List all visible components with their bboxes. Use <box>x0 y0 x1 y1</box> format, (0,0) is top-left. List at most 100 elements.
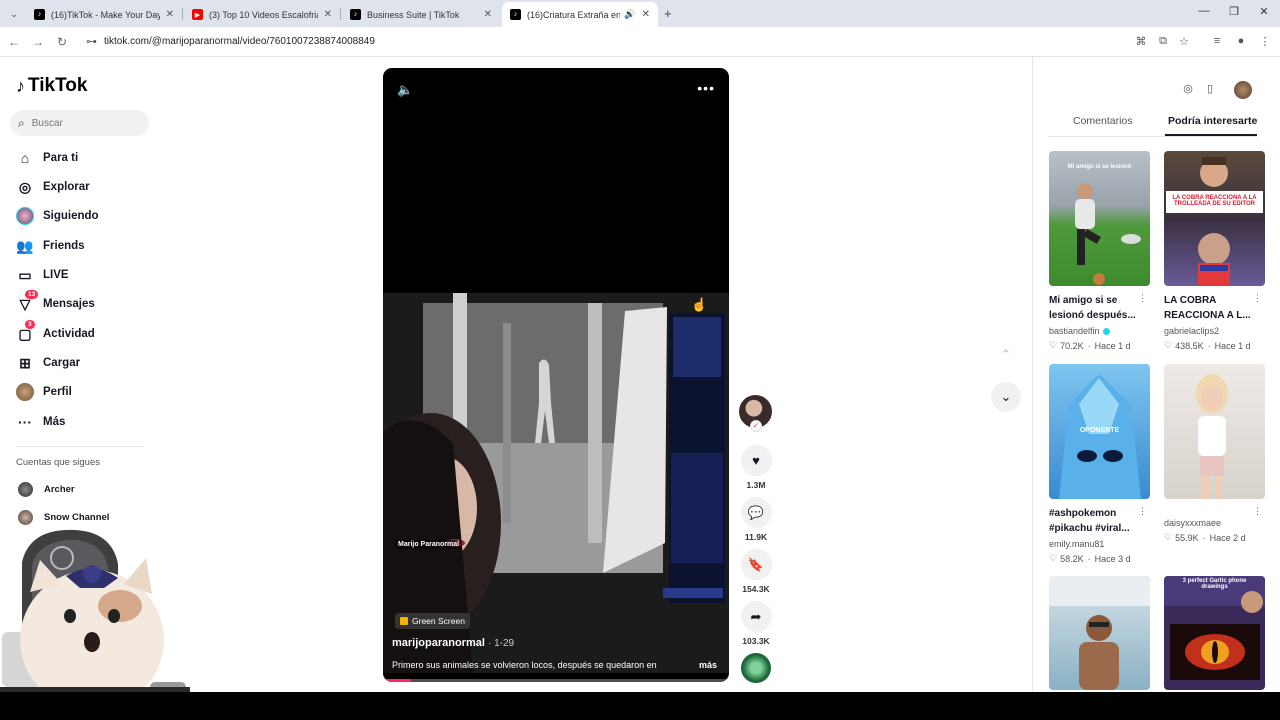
follow-check-icon[interactable]: ✓ <box>750 420 762 432</box>
card-more-icon[interactable]: ⋮ <box>1253 293 1262 304</box>
effect-icon <box>400 617 408 625</box>
translate-icon[interactable]: ⌘ <box>1133 35 1149 48</box>
nav-item-perfil[interactable]: Perfil <box>16 382 72 402</box>
nav-item-mensajes[interactable]: ▽ 13 Mensajes <box>16 290 95 314</box>
card-more-icon[interactable]: ⋮ <box>1253 506 1262 517</box>
video-author[interactable]: marijoparanormal · 1-29 <box>392 637 514 649</box>
search-input[interactable] <box>31 117 132 129</box>
nav-item-para-ti[interactable]: ⌂ Para ti <box>16 148 78 168</box>
video-meta: ♡ 58.2K · Hace 3 d <box>1049 553 1150 564</box>
video-player[interactable]: 🔈 ••• Marijo Paranormal Green Screen mar… <box>383 68 729 682</box>
profile-icon[interactable]: ● <box>1233 35 1249 47</box>
browser-tab[interactable]: ♪ Business Suite | TikTok ✕ <box>342 2 500 27</box>
explore-compass-icon[interactable]: ◎ <box>1180 82 1196 98</box>
share-icon[interactable]: ➦ <box>740 601 772 632</box>
next-video-icon[interactable]: ⌄ <box>991 382 1021 412</box>
video-author[interactable]: bastiandelfin <box>1049 326 1150 336</box>
nav-item-siguiendo[interactable]: Siguiendo <box>16 206 99 226</box>
search-box[interactable]: ⌕ <box>10 110 149 136</box>
share-action[interactable]: ➦ 103.3K <box>740 601 772 646</box>
close-tab-icon[interactable]: ✕ <box>484 9 492 20</box>
close-tab-icon[interactable]: ✕ <box>324 9 332 20</box>
video-more-options-icon[interactable]: ••• <box>697 80 715 96</box>
site-info-icon[interactable]: ⊶ <box>86 35 97 48</box>
live-icon: ▭ <box>18 266 32 283</box>
reading-list-icon[interactable]: ≡ <box>1209 35 1225 47</box>
recommended-video-card[interactable] <box>1049 576 1150 690</box>
comment-icon[interactable]: 💬 <box>740 497 772 528</box>
browser-tab[interactable]: ♪ (16)TikTok - Make Your Day ✕ <box>26 2 182 27</box>
close-tab-icon[interactable]: ✕ <box>642 9 650 20</box>
following-item[interactable]: Archer <box>18 482 75 497</box>
video-thumbnail[interactable] <box>1049 576 1150 690</box>
tab-comentarios[interactable]: Comentarios <box>1073 115 1133 127</box>
video-author[interactable]: emily.manu81 <box>1049 539 1150 549</box>
forward-icon[interactable]: → <box>30 35 46 49</box>
url-field[interactable]: tiktok.com/@marijoparanormal/video/76010… <box>104 36 375 47</box>
video-thumbnail[interactable]: LA COBRA REACCIONA A LA TROLLEADA DE SU … <box>1164 151 1265 286</box>
post-age: Hace 1 d <box>1094 340 1131 351</box>
device-icon[interactable]: ▯ <box>1202 82 1218 98</box>
install-app-icon[interactable]: ⧉ <box>1155 35 1171 48</box>
nav-item-explorar[interactable]: ◎ Explorar <box>16 177 90 197</box>
nav-item-friends[interactable]: 👥 Friends <box>16 236 84 256</box>
youtube-favicon-icon: ▶ <box>192 9 203 20</box>
bookmark-icon[interactable]: 🔖 <box>740 549 772 580</box>
recommended-video-card[interactable]: 3 perfect Gartic phone drawings <box>1164 576 1265 690</box>
nav-item-actividad[interactable]: ▢ 3 Actividad <box>16 320 95 344</box>
recommended-video-card[interactable]: ⋮ daisyxxxmaee ♡ 55.9K · Hace 2 d <box>1164 364 1265 543</box>
green-screen-tag[interactable]: Green Screen <box>395 613 470 629</box>
tab-underline <box>1048 136 1257 137</box>
recommended-video-card[interactable]: LA COBRA REACCIONA A LA TROLLEADA DE SU … <box>1164 151 1265 351</box>
restore-icon[interactable]: ❐ <box>1224 5 1244 18</box>
browser-tab-active[interactable]: ♪ (16)Criatura Extraña en los 🔊 ✕ <box>502 2 658 27</box>
volume-icon[interactable]: 🔈 <box>397 82 413 98</box>
browser-tab[interactable]: ▶ (3) Top 10 Videos Escalofriantes ✕ <box>184 2 340 27</box>
nav-item-live[interactable]: ▭ LIVE <box>16 265 68 285</box>
close-window-icon[interactable]: ✕ <box>1254 5 1274 18</box>
description-more-button[interactable]: más <box>699 660 717 670</box>
video-progress-bar[interactable] <box>383 679 729 682</box>
video-title[interactable]: LA COBRA REACCIONA A L... <box>1164 293 1252 323</box>
minimize-icon[interactable]: — <box>1194 5 1214 17</box>
recommended-video-card[interactable]: Mi amigo si se lesionó Mi amigo si se le… <box>1049 151 1150 351</box>
video-author[interactable]: daisyxxxmaee <box>1164 518 1265 528</box>
video-thumbnail[interactable] <box>1164 364 1265 499</box>
like-action[interactable]: ♥ 1.3M <box>740 445 772 490</box>
tiktok-logo[interactable]: ♪ TikTok <box>16 75 87 97</box>
nav-item-mas[interactable]: ··· Más <box>16 412 65 432</box>
browser-tab-bar: ⌄ ♪ (16)TikTok - Make Your Day ✕ ▶ (3) T… <box>0 0 1280 27</box>
music-disc-icon[interactable] <box>741 653 771 683</box>
thumbnail-caption: OPONENTE <box>1079 427 1120 434</box>
tab-list-chevron-icon[interactable]: ⌄ <box>6 6 22 22</box>
tab-audio-icon[interactable]: 🔊 <box>624 9 635 20</box>
recommended-video-card[interactable]: OPONENTE #ashpokemon #pikachu #viral... … <box>1049 364 1150 564</box>
card-more-icon[interactable]: ⋮ <box>1138 506 1147 517</box>
reload-icon[interactable]: ↻ <box>54 35 70 49</box>
nav-item-cargar[interactable]: ⊞ Cargar <box>16 353 80 373</box>
save-action[interactable]: 🔖 154.3K <box>740 549 772 594</box>
streamer-cat-overlay <box>0 529 190 710</box>
video-thumbnail[interactable]: 3 perfect Gartic phone drawings <box>1164 576 1265 690</box>
new-tab-icon[interactable]: + <box>664 6 672 21</box>
comment-action[interactable]: 💬 11.9K <box>740 497 772 542</box>
card-more-icon[interactable]: ⋮ <box>1138 293 1147 304</box>
video-author[interactable]: gabrielaclips2 <box>1164 326 1265 336</box>
profile-avatar-icon <box>16 383 34 401</box>
heart-icon[interactable]: ♥ <box>740 445 772 476</box>
tab-podria-interesarte[interactable]: Podría interesarte <box>1168 115 1257 127</box>
video-title[interactable]: Mi amigo si se lesionó después... <box>1049 293 1137 323</box>
back-icon[interactable]: ← <box>6 35 22 49</box>
tab-title: Business Suite | TikTok <box>367 9 460 20</box>
close-tab-icon[interactable]: ✕ <box>166 9 174 20</box>
bookmark-star-icon[interactable]: ☆ <box>1176 35 1192 48</box>
video-title[interactable]: #ashpokemon #pikachu #viral... <box>1049 506 1137 536</box>
user-avatar[interactable] <box>1234 81 1252 99</box>
previous-video-icon[interactable]: ⌃ <box>991 340 1021 370</box>
author-name: marijoparanormal <box>392 637 485 649</box>
video-thumbnail[interactable]: Mi amigo si se lesionó <box>1049 151 1150 286</box>
video-thumbnail[interactable]: OPONENTE <box>1049 364 1150 499</box>
thumbnail-scene <box>1196 374 1228 499</box>
video-meta: ♡ 70.2K · Hace 1 d <box>1049 340 1150 351</box>
browser-menu-icon[interactable]: ⋮ <box>1257 35 1273 48</box>
